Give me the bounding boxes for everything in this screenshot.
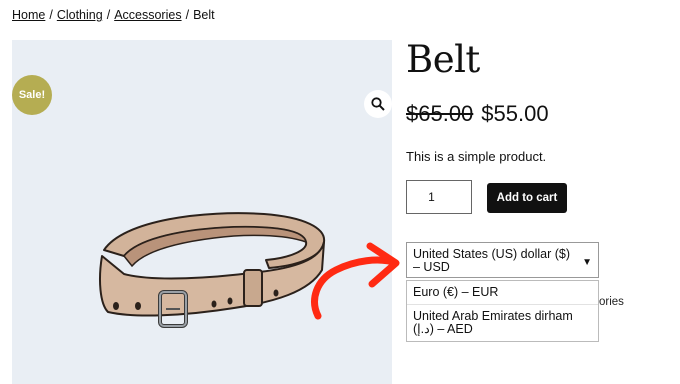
magnifier-icon bbox=[371, 97, 385, 111]
breadcrumb-link-home[interactable]: Home bbox=[12, 8, 45, 22]
product-gallery[interactable]: Sale! bbox=[12, 40, 392, 384]
product-title: Belt bbox=[406, 38, 480, 81]
currency-select[interactable]: United States (US) dollar ($) – USD ▼ bbox=[406, 242, 599, 278]
red-arrow-icon bbox=[311, 242, 400, 320]
zoom-button[interactable] bbox=[364, 90, 392, 118]
breadcrumb-link-clothing[interactable]: Clothing bbox=[57, 8, 103, 22]
currency-option-eur[interactable]: Euro (€) – EUR bbox=[407, 281, 598, 304]
currency-selected-value: United States (US) dollar ($) – USD bbox=[413, 247, 571, 274]
breadcrumb-separator: / bbox=[185, 8, 190, 22]
breadcrumb-link-accessories[interactable]: Accessories bbox=[114, 8, 181, 22]
regular-price: $65.00 bbox=[406, 101, 474, 126]
category-meta-partial: ories bbox=[599, 296, 624, 308]
belt-product-image bbox=[99, 212, 326, 328]
sale-price: $55.00 bbox=[481, 101, 549, 126]
currency-dropdown-list: Euro (€) – EUR United Arab Emirates dirh… bbox=[406, 280, 599, 342]
breadcrumb-current: Belt bbox=[193, 8, 215, 22]
price-block: $65.00 $55.00 bbox=[406, 101, 549, 127]
currency-option-aed[interactable]: United Arab Emirates dirham (د.إ) – AED bbox=[407, 304, 598, 341]
breadcrumb: Home / Clothing / Accessories / Belt bbox=[12, 8, 215, 22]
sale-badge: Sale! bbox=[12, 75, 52, 115]
breadcrumb-separator: / bbox=[106, 8, 111, 22]
caret-down-icon: ▼ bbox=[582, 257, 592, 268]
quantity-input[interactable] bbox=[406, 180, 472, 214]
add-to-cart-button[interactable]: Add to cart bbox=[487, 183, 567, 213]
short-description: This is a simple product. bbox=[406, 149, 547, 164]
breadcrumb-separator: / bbox=[49, 8, 53, 22]
